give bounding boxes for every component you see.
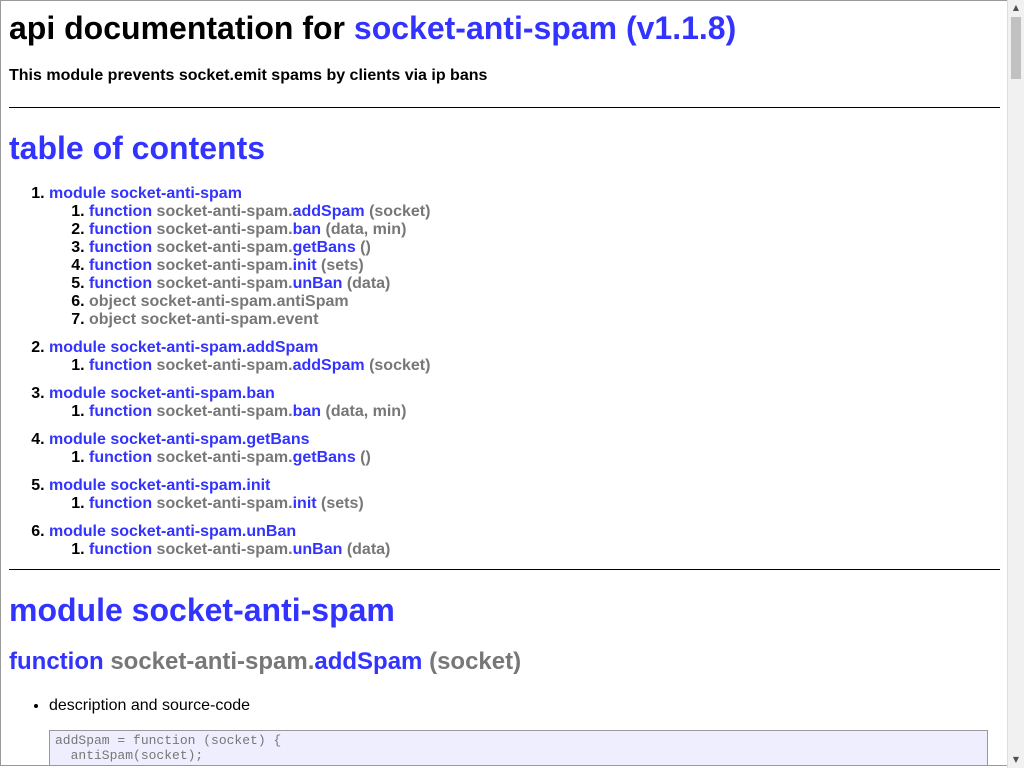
toc-function-args: (data) [346,541,391,558]
page-title: api documentation for socket-anti-spam (… [9,9,1001,47]
toc-function-name: addSpam [292,203,365,220]
page-content: api documentation for socket-anti-spam (… [1,9,1001,765]
toc-function-args: (sets) [321,495,364,512]
toc-function-args: (data, min) [325,403,407,420]
function-title: function socket-anti-spam.addSpam (socke… [9,648,1001,676]
toc-function-prefix: socket-anti-spam. [156,357,293,374]
toc-function-link[interactable]: function [89,239,152,256]
list-item: description and source-code [49,696,1001,716]
toc-function-link[interactable]: function [89,257,152,274]
toc-sublist: function socket-anti-spam.getBans () [49,449,1001,467]
package-description: This module prevents socket.emit spams b… [9,67,488,84]
toc-function-args: (data) [346,275,391,292]
toc-function-prefix: socket-anti-spam. [156,221,293,238]
toc-module-item: module socket-anti-spam.addSpamfunction … [49,339,1001,375]
scroll-up-arrow-icon[interactable]: ▲ [1008,0,1024,16]
toc-module-link[interactable]: module socket-anti-spam.addSpam [49,339,318,356]
toc-function-prefix: socket-anti-spam. [156,449,293,466]
toc-function-args: (socket) [369,203,431,220]
toc-entry: function socket-anti-spam.unBan (data) [89,275,1001,293]
toc-entry: function socket-anti-spam.addSpam (socke… [89,357,1001,375]
toc-function-name: unBan [292,541,343,558]
toc-function-args: (sets) [321,257,364,274]
toc-module-item: module socket-anti-spam.getBansfunction … [49,431,1001,467]
function-keyword-link[interactable]: function [9,648,104,675]
source-code-block: addSpam = function (socket) { antiSpam(s… [49,730,988,765]
toc-function-link[interactable]: function [89,221,152,238]
toc-function-name: init [292,495,317,512]
toc-function-name: unBan [292,275,343,292]
toc-function-args: (data, min) [325,221,407,238]
module-title: module socket-anti-spam [9,591,1001,629]
toc-module-link[interactable]: module socket-anti-spam.unBan [49,523,296,540]
toc-function-name: init [292,257,317,274]
code-line: addSpam = function (socket) { [55,733,282,748]
toc-module-link[interactable]: module socket-anti-spam [49,185,242,202]
toc-function-link[interactable]: function [89,449,152,466]
toc-sublist: function socket-anti-spam.init (sets) [49,495,1001,513]
toc-module-item: module socket-anti-spamfunction socket-a… [49,185,1001,329]
toc-sublist: function socket-anti-spam.unBan (data) [49,541,1001,559]
toc-function-prefix: socket-anti-spam. [156,541,293,558]
vertical-scrollbar[interactable]: ▲ ▼ [1007,0,1024,768]
toc-function-prefix: socket-anti-spam. [156,403,293,420]
table-of-contents: module socket-anti-spamfunction socket-a… [9,185,1001,559]
toc-function-prefix: socket-anti-spam. [156,239,293,256]
scrollbar-thumb[interactable] [1011,17,1021,79]
function-details-list: description and source-code [9,696,1001,716]
toc-entry: function socket-anti-spam.getBans () [89,449,1001,467]
toc-function-name: ban [292,403,322,420]
toc-module-link[interactable]: module socket-anti-spam.init [49,477,270,494]
toc-function-name: addSpam [292,357,365,374]
toc-function-prefix: socket-anti-spam. [156,257,293,274]
scroll-down-arrow-icon[interactable]: ▼ [1008,752,1024,768]
toc-module-item: module socket-anti-spam.banfunction sock… [49,385,1001,421]
toc-entry: function socket-anti-spam.ban (data, min… [89,403,1001,421]
toc-module-item: module socket-anti-spam.initfunction soc… [49,477,1001,513]
toc-title: table of contents [9,130,266,166]
function-name: addSpam [314,648,423,675]
toc-sublist: function socket-anti-spam.addSpam (socke… [49,203,1001,329]
toc-function-link[interactable]: function [89,403,152,420]
toc-entry: function socket-anti-spam.init (sets) [89,495,1001,513]
toc-entry: object socket-anti-spam.antiSpam [89,293,1001,311]
toc-entry: object socket-anti-spam.event [89,311,1001,329]
page-title-prefix: api documentation for [9,10,354,46]
toc-function-name: ban [292,221,322,238]
package-link[interactable]: socket-anti-spam (v1.1.8) [354,10,736,46]
toc-function-args: () [360,239,371,256]
toc-function-prefix: socket-anti-spam. [156,495,293,512]
toc-function-link[interactable]: function [89,495,152,512]
divider [9,569,1000,570]
document-viewport: api documentation for socket-anti-spam (… [0,0,1007,766]
toc-sublist: function socket-anti-spam.addSpam (socke… [49,357,1001,375]
toc-entry: function socket-anti-spam.unBan (data) [89,541,1001,559]
toc-object-entry: object socket-anti-spam.antiSpam [89,293,349,310]
toc-module-link[interactable]: module socket-anti-spam.getBans [49,431,310,448]
function-prefix: socket-anti-spam. [110,648,315,675]
toc-sublist: function socket-anti-spam.ban (data, min… [49,403,1001,421]
toc-entry: function socket-anti-spam.init (sets) [89,257,1001,275]
toc-function-link[interactable]: function [89,275,152,292]
module-title-link[interactable]: module socket-anti-spam [9,592,395,628]
function-args: (socket) [429,648,522,675]
toc-object-entry: object socket-anti-spam.event [89,311,319,328]
toc-function-prefix: socket-anti-spam. [156,275,293,292]
toc-entry: function socket-anti-spam.getBans () [89,239,1001,257]
toc-module-link[interactable]: module socket-anti-spam.ban [49,385,275,402]
toc-function-link[interactable]: function [89,541,152,558]
toc-function-link[interactable]: function [89,203,152,220]
code-line: antiSpam(socket); [55,748,204,763]
toc-entry: function socket-anti-spam.ban (data, min… [89,221,1001,239]
toc-function-name: getBans [292,449,356,466]
toc-function-name: getBans [292,239,356,256]
toc-entry: function socket-anti-spam.addSpam (socke… [89,203,1001,221]
toc-function-link[interactable]: function [89,357,152,374]
toc-module-item: module socket-anti-spam.unBanfunction so… [49,523,1001,559]
toc-function-prefix: socket-anti-spam. [156,203,293,220]
toc-function-args: (socket) [369,357,431,374]
divider [9,107,1000,108]
toc-function-args: () [360,449,371,466]
